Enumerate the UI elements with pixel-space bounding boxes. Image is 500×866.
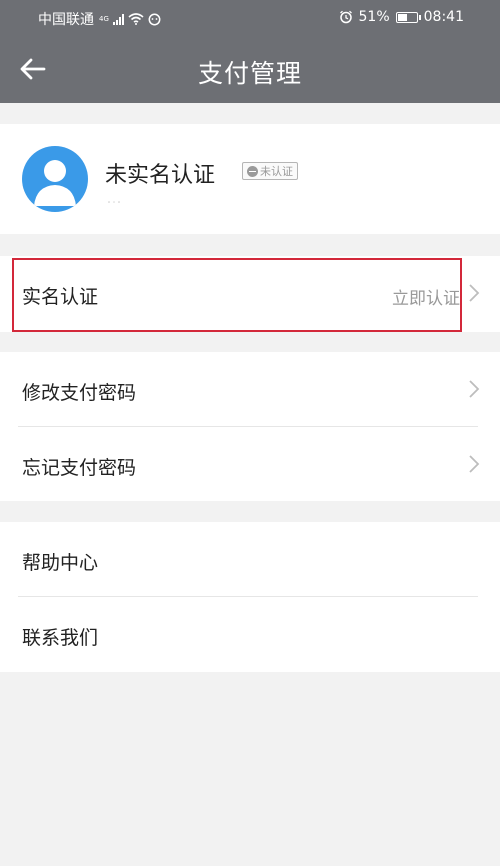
status-badge: 未认证 (242, 162, 298, 180)
nav-bar: 支付管理 (0, 34, 500, 103)
change-password-row[interactable]: 修改支付密码 (0, 352, 500, 427)
real-name-value: 立即认证 (392, 289, 460, 309)
profile-card: 未实名认证 未认证 (0, 124, 500, 234)
contact-us-label: 联系我们 (22, 627, 99, 649)
real-name-label: 实名认证 (22, 286, 99, 308)
minus-circle-icon (247, 165, 258, 177)
signal-icon (112, 13, 124, 25)
verify-section: 实名认证 立即认证 (0, 256, 500, 332)
password-section: 修改支付密码 忘记支付密码 (0, 352, 500, 501)
forgot-password-row[interactable]: 忘记支付密码 (0, 427, 500, 502)
user-avatar-icon (22, 146, 88, 212)
chevron-right-icon (469, 380, 480, 398)
battery-icon (395, 11, 421, 23)
badge-label: 未认证 (260, 165, 293, 178)
carrier-label: 中国联通 (38, 12, 94, 28)
profile-name: 未实名认证 (105, 163, 216, 188)
alarm-icon (339, 10, 352, 24)
chevron-right-icon (469, 455, 480, 473)
forgot-password-label: 忘记支付密码 (22, 457, 137, 479)
status-bar: 中国联通 4G 51% 08:41 (0, 0, 500, 34)
clock: 08:41 (423, 9, 464, 25)
help-section: 帮助中心 联系我们 (0, 522, 500, 672)
battery-percent: 51% (358, 9, 390, 25)
top-bar: 中国联通 4G 51% 08:41 支付管理 (0, 0, 500, 103)
page-title: 支付管理 (197, 59, 302, 88)
real-name-row[interactable]: 实名认证 立即认证 (0, 256, 500, 331)
wifi-icon (128, 13, 144, 25)
change-password-label: 修改支付密码 (22, 382, 137, 404)
contact-us-row[interactable]: 联系我们 (0, 597, 500, 672)
help-center-label: 帮助中心 (22, 552, 99, 574)
chevron-right-icon (469, 284, 480, 302)
profile-id-placeholder (108, 201, 120, 203)
network-type: 4G (99, 15, 109, 23)
message-icon (148, 13, 161, 25)
help-center-row[interactable]: 帮助中心 (0, 522, 500, 597)
